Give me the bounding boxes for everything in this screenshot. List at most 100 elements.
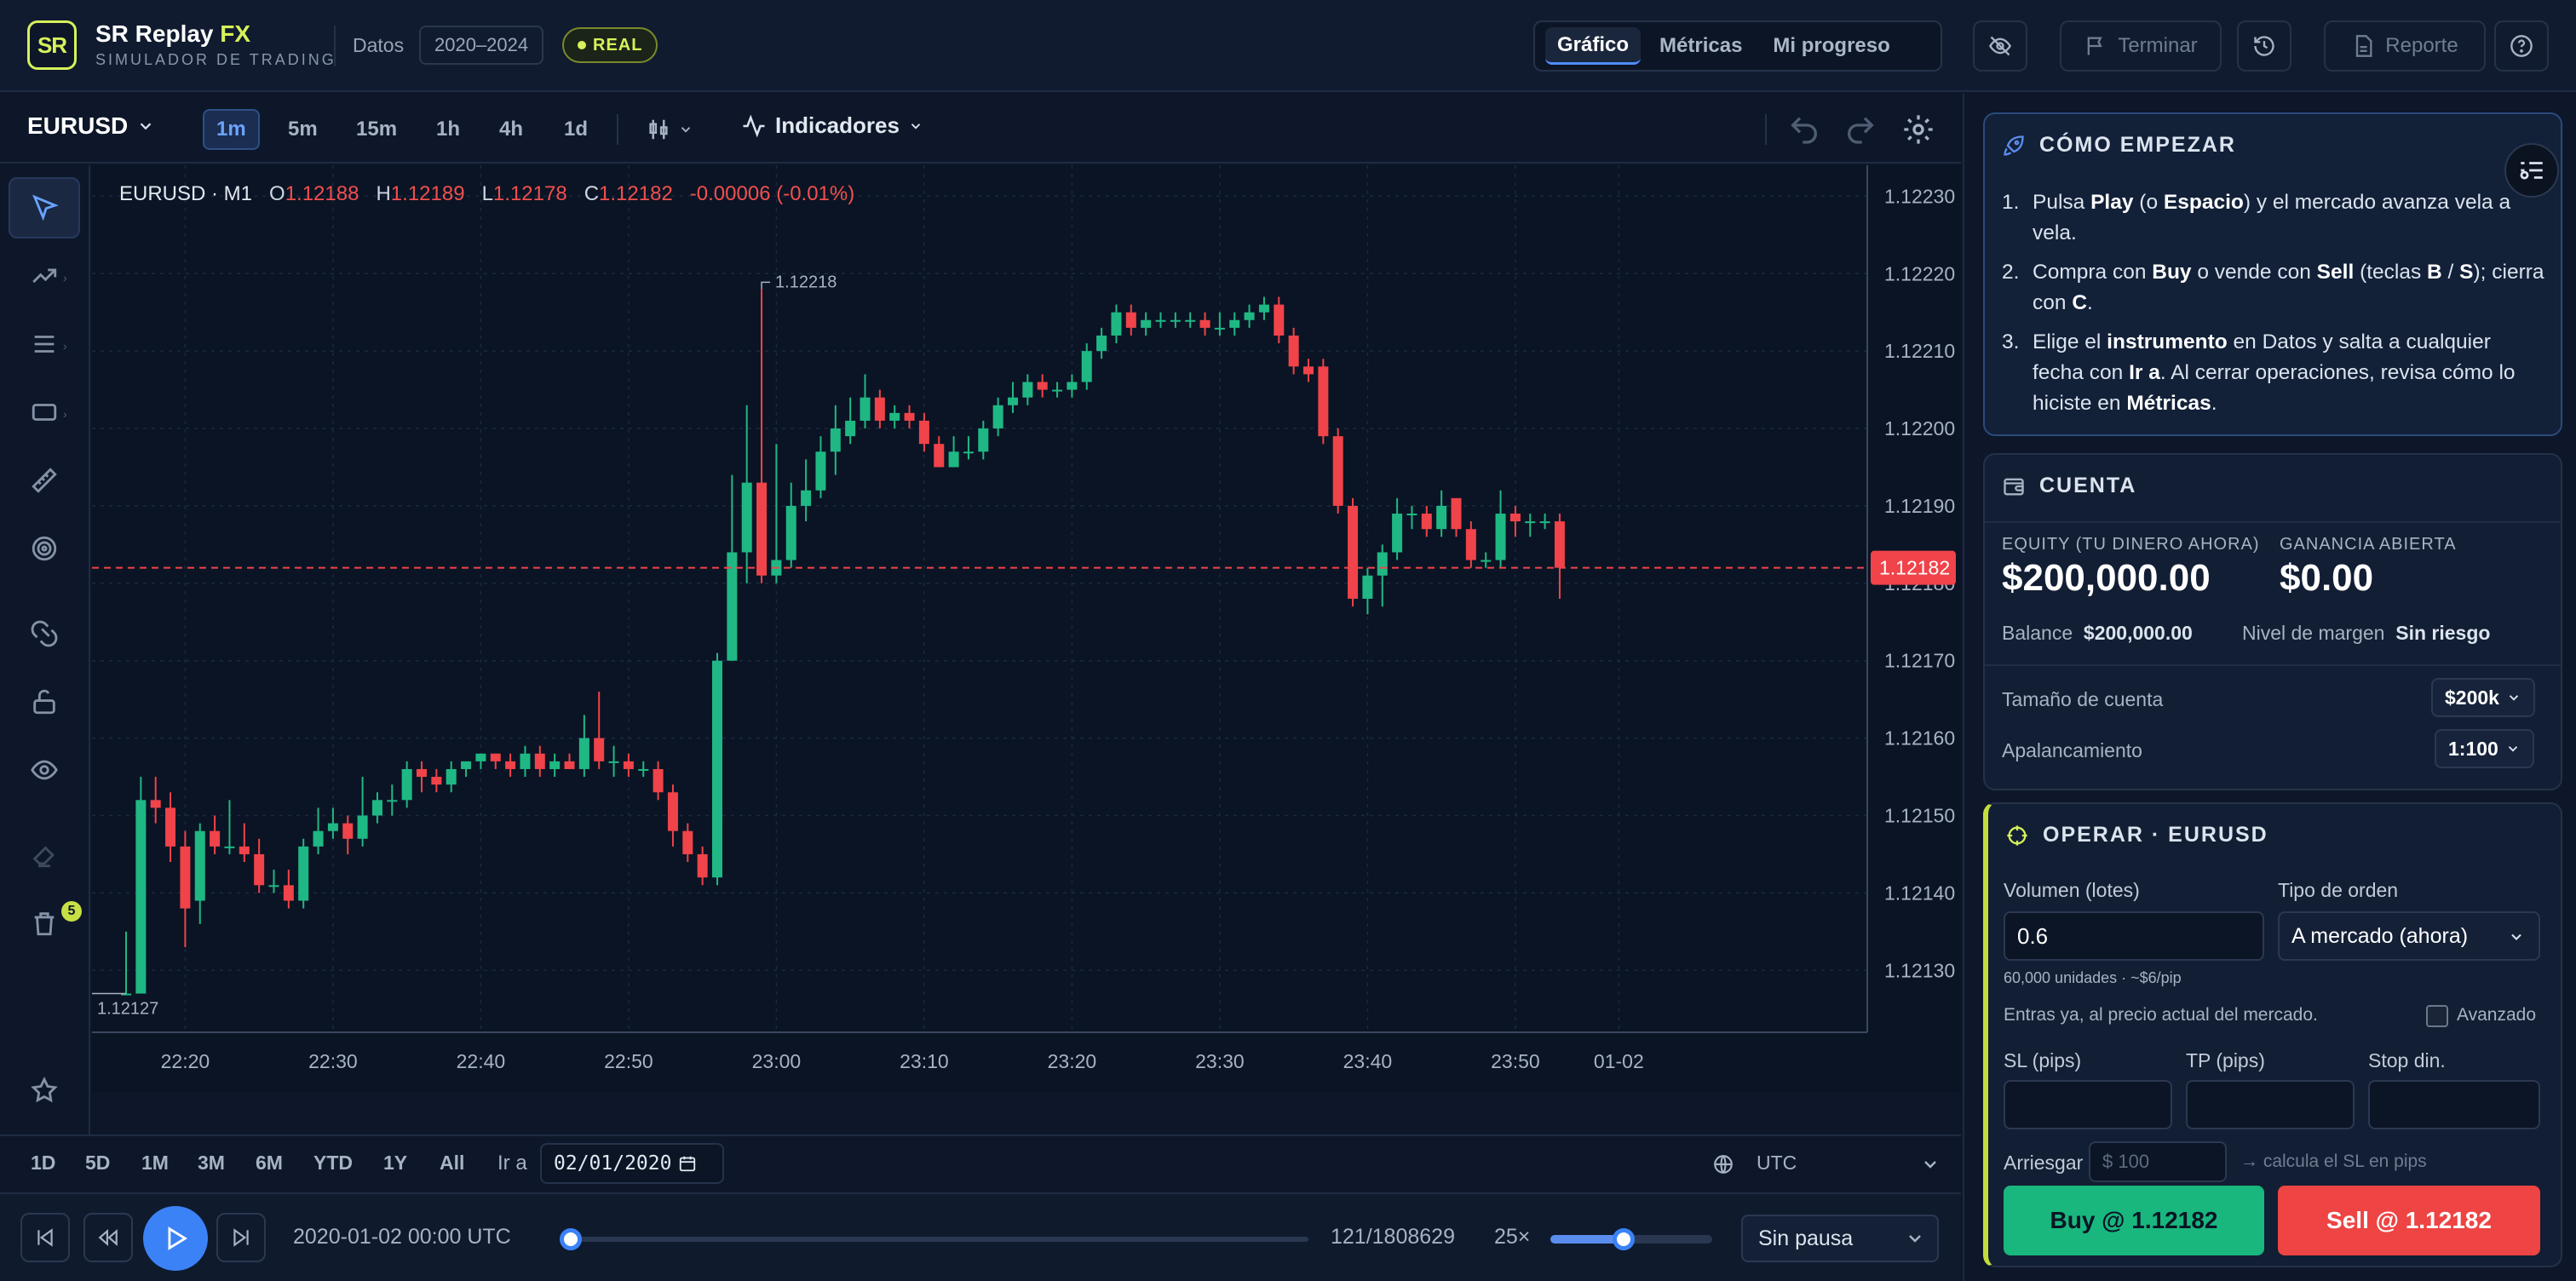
equity-label: EQUITY (TU DINERO AHORA) xyxy=(2002,535,2260,554)
y-tick-label: 1.12190 xyxy=(1884,495,1955,517)
settings-icon[interactable] xyxy=(1901,112,1935,146)
redo-icon[interactable] xyxy=(1843,112,1877,146)
timeframe-15m[interactable]: 15m xyxy=(344,109,409,150)
candle-body xyxy=(830,428,841,452)
candle-body xyxy=(578,738,589,769)
trendline-tool[interactable]: › xyxy=(9,245,80,307)
buy-button[interactable]: Buy @ 1.12182 xyxy=(2004,1186,2264,1255)
candle-body xyxy=(1303,366,1314,375)
volume-input[interactable]: 0.6 xyxy=(2004,911,2264,961)
trade-card: OPERAR · EURUSD Volumen (lotes) 0.6 60,0… xyxy=(1983,802,2562,1267)
chart-area[interactable]: 1.12230 1.12220 1.12210 1.12200 1.12190 1.121… xyxy=(92,165,1961,1092)
order-type-value: A mercado (ahora) xyxy=(2291,923,2469,948)
range-1m[interactable]: 1M xyxy=(141,1152,169,1175)
risk-input[interactable]: $ 100 xyxy=(2089,1141,2227,1182)
replay-progress-slider[interactable] xyxy=(560,1228,1308,1250)
undo-icon[interactable] xyxy=(1787,112,1821,146)
timeframe-1m[interactable]: 1m xyxy=(203,109,260,150)
trailing-stop-input[interactable] xyxy=(2368,1080,2540,1129)
timeframe-5m[interactable]: 5m xyxy=(276,109,330,150)
candle-body xyxy=(992,405,1003,429)
hide-toggle-button[interactable] xyxy=(1973,20,2027,72)
tab-grafico[interactable]: Gráfico xyxy=(1545,27,1642,65)
step-forward-button[interactable] xyxy=(216,1213,266,1262)
range-6m[interactable]: 6M xyxy=(256,1152,283,1175)
candle-body xyxy=(978,428,989,452)
range-5d[interactable]: 5D xyxy=(85,1152,110,1175)
progress-knob[interactable] xyxy=(560,1228,583,1250)
candlestick-chart[interactable]: 1.12230 1.12220 1.12210 1.12200 1.12190 1.121… xyxy=(92,165,1961,1092)
leverage-select[interactable]: 1:100 xyxy=(2435,729,2534,768)
leverage-value: 1:100 xyxy=(2448,737,2498,760)
speed-slider[interactable] xyxy=(1550,1228,1712,1250)
tab-metricas[interactable]: Métricas xyxy=(1647,27,1754,65)
help-button[interactable] xyxy=(2494,20,2549,72)
timeframe-4h[interactable]: 4h xyxy=(487,109,535,150)
account-size-select[interactable]: $200k xyxy=(2431,678,2535,717)
cursor-tool[interactable] xyxy=(9,177,80,238)
pause-mode-select[interactable]: Sin pausa xyxy=(1741,1215,1939,1262)
timeframe-1h[interactable]: 1h xyxy=(424,109,472,150)
order-type-select[interactable]: A mercado (ahora) xyxy=(2278,911,2540,961)
lines-tool[interactable]: › xyxy=(9,313,80,375)
sell-button[interactable]: Sell @ 1.12182 xyxy=(2278,1186,2540,1255)
ohlc-low: L1.12178 xyxy=(482,182,567,206)
symbol-selector[interactable]: EURUSD xyxy=(27,112,155,140)
document-icon xyxy=(2356,35,2372,57)
magnet-tool[interactable] xyxy=(9,603,80,664)
range-1y[interactable]: 1Y xyxy=(383,1152,407,1175)
tab-mi-progreso[interactable]: Mi progreso xyxy=(1761,27,1901,65)
ruler-tool[interactable] xyxy=(9,450,80,511)
eraser-tool[interactable] xyxy=(9,824,80,886)
y-tick-label: 1.12230 xyxy=(1884,185,1955,207)
timezone-label[interactable]: UTC xyxy=(1757,1152,1797,1175)
play-icon xyxy=(168,1226,188,1250)
getting-started-title-text: CÓMO EMPEZAR xyxy=(2039,133,2236,157)
step-back-button[interactable] xyxy=(83,1213,133,1262)
play-button[interactable] xyxy=(143,1206,208,1271)
range-ytd[interactable]: YTD xyxy=(313,1152,353,1175)
advanced-checkbox[interactable] xyxy=(2426,1005,2448,1027)
unlock-icon xyxy=(33,689,55,715)
data-range-selector[interactable]: 2020–2024 xyxy=(419,26,544,65)
chart-type-selector[interactable] xyxy=(646,112,705,146)
delete-drawings-tool[interactable]: 5 xyxy=(9,893,82,954)
x-tick-label: 23:50 xyxy=(1491,1050,1540,1072)
candle-body xyxy=(1288,335,1299,367)
tp-input[interactable] xyxy=(2186,1080,2355,1129)
chevron-down-icon[interactable] xyxy=(1920,1154,1941,1175)
range-all[interactable]: All xyxy=(440,1152,464,1175)
skip-to-start-button[interactable] xyxy=(20,1213,70,1262)
ohlc-open-value: 1.12188 xyxy=(285,182,359,205)
target-tool[interactable] xyxy=(9,518,80,579)
candle-body xyxy=(1436,505,1447,530)
target-icon xyxy=(32,536,57,561)
candle-body xyxy=(1037,382,1048,390)
candle-body xyxy=(1096,335,1107,352)
goto-date-input[interactable]: 02/01/2020 xyxy=(540,1143,724,1184)
lock-tool[interactable] xyxy=(9,671,80,732)
magnet-icon xyxy=(31,620,58,647)
cursor-icon xyxy=(32,194,59,221)
candle-body xyxy=(741,482,752,553)
indicators-button[interactable]: Indicadores xyxy=(741,112,923,139)
range-1d[interactable]: 1D xyxy=(31,1152,55,1175)
history-button[interactable] xyxy=(2237,20,2291,72)
rectangle-tool[interactable]: › xyxy=(9,382,80,443)
panel-toggle-button[interactable] xyxy=(2504,143,2559,198)
visibility-tool[interactable] xyxy=(9,739,80,801)
candle-body xyxy=(268,885,279,888)
candle-body xyxy=(638,768,649,771)
candle-body xyxy=(1244,312,1255,320)
speed-label: 25× xyxy=(1494,1225,1531,1249)
flag-icon xyxy=(2087,37,2103,55)
timeframe-1d[interactable]: 1d xyxy=(552,109,600,150)
globe-icon xyxy=(1714,1155,1733,1174)
speed-knob[interactable] xyxy=(1612,1228,1635,1250)
favorites-tool[interactable] xyxy=(9,1060,80,1121)
terminate-button[interactable]: Terminar xyxy=(2060,20,2222,72)
report-button[interactable]: Reporte xyxy=(2324,20,2486,72)
range-3m[interactable]: 3M xyxy=(198,1152,225,1175)
volume-label: Volumen (lotes) xyxy=(2004,879,2140,901)
sl-input[interactable] xyxy=(2004,1080,2172,1129)
